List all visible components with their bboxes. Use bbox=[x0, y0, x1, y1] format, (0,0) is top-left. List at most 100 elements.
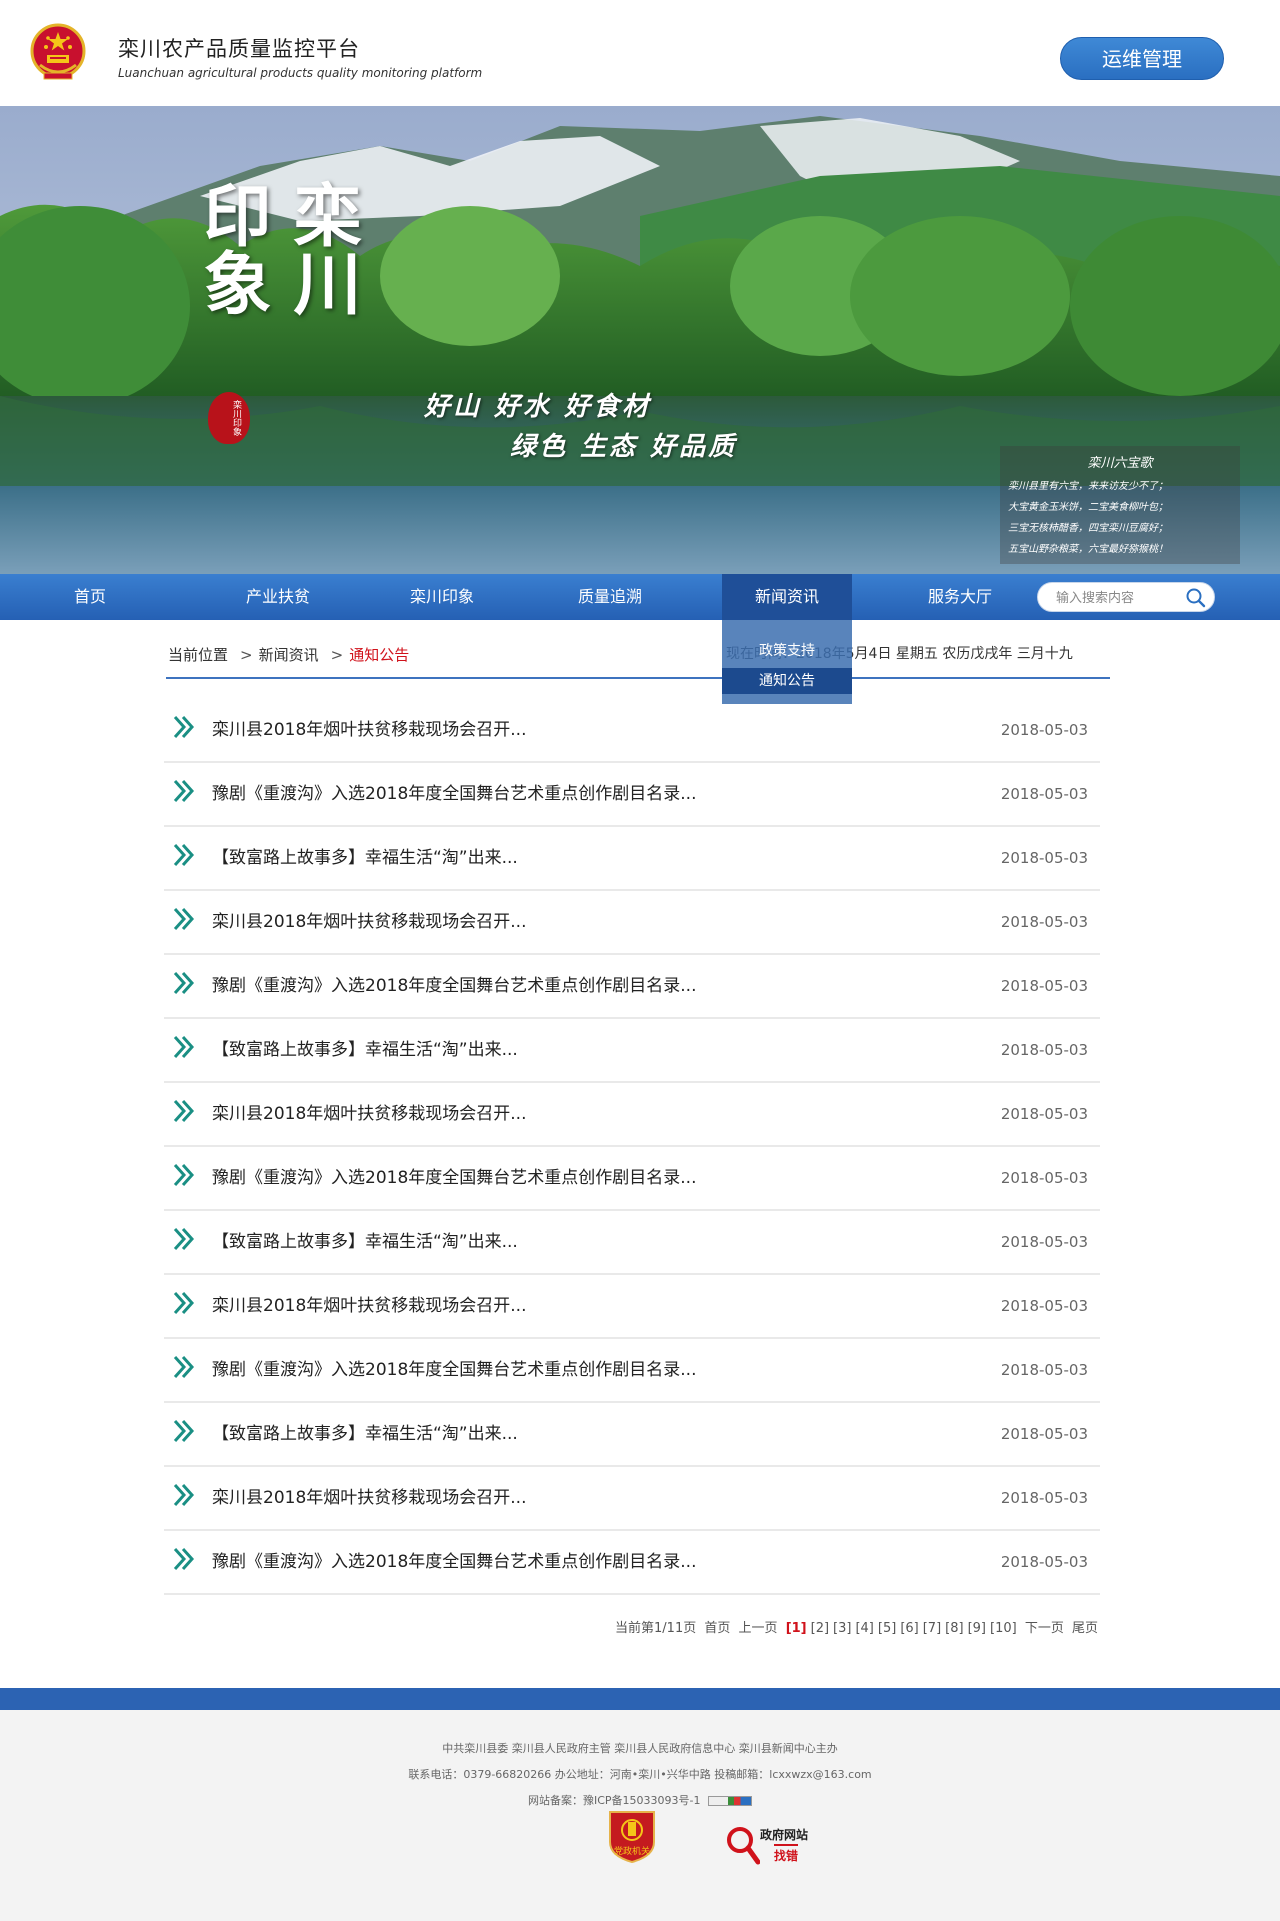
red-seal: 栾川印象 bbox=[208, 392, 250, 444]
news-title[interactable]: 栾川县2018年烟叶扶贫移栽现场会召开... bbox=[212, 907, 526, 932]
news-dropdown-menu: 政策支持 通知公告 bbox=[722, 620, 852, 704]
news-list-item[interactable]: 【致富路上故事多】幸福生活“淘”出来... 2018-05-03 bbox=[164, 1019, 1100, 1083]
news-date: 2018-05-03 bbox=[1000, 1489, 1088, 1507]
chevron-right-icon bbox=[173, 843, 195, 867]
footer-contact-line: 联系电话：0379-66820266 办公地址：河南•栾川•兴华中路 投稿邮箱：… bbox=[408, 1768, 872, 1781]
news-list-item[interactable]: 栾川县2018年烟叶扶贫移栽现场会召开... 2018-05-03 bbox=[164, 1083, 1100, 1147]
national-emblem-icon bbox=[30, 23, 86, 80]
news-title[interactable]: 栾川县2018年烟叶扶贫移栽现场会召开... bbox=[212, 1483, 526, 1508]
find-error-label: 找错 bbox=[774, 1844, 799, 1864]
gov-website-label: 政府网站 bbox=[760, 1828, 809, 1842]
news-date: 2018-05-03 bbox=[1000, 721, 1088, 739]
news-list-item[interactable]: 【致富路上故事多】幸福生活“淘”出来... 2018-05-03 bbox=[164, 827, 1100, 891]
news-date: 2018-05-03 bbox=[1000, 1233, 1088, 1251]
news-date: 2018-05-03 bbox=[1000, 1297, 1088, 1315]
footer-icp-text[interactable]: 网站备案：豫ICP备15033093号-1 bbox=[528, 1794, 701, 1807]
nav-quality-trace[interactable]: 质量追溯 bbox=[560, 574, 660, 620]
news-list-item[interactable]: 栾川县2018年烟叶扶贫移栽现场会召开... 2018-05-03 bbox=[164, 891, 1100, 955]
footer-sponsor-line: 中共栾川县委 栾川县人民政府主管 栾川县人民政府信息中心 栾川县新闻中心主办 bbox=[442, 1742, 838, 1755]
chevron-right-icon bbox=[173, 1035, 195, 1059]
pagination-prev[interactable]: 上一页 bbox=[739, 1621, 778, 1636]
news-list-item[interactable]: 【致富路上故事多】幸福生活“淘”出来... 2018-05-03 bbox=[164, 1211, 1100, 1275]
news-list-item[interactable]: 豫剧《重渡沟》入选2018年度全国舞台艺术重点创作剧目名录... 2018-05-… bbox=[164, 1147, 1100, 1211]
site-subtitle: Luanchuan agricultural products quality … bbox=[118, 66, 483, 80]
ops-management-button[interactable]: 运维管理 bbox=[1060, 37, 1224, 80]
news-title[interactable]: 豫剧《重渡沟》入选2018年度全国舞台艺术重点创作剧目名录... bbox=[212, 1355, 696, 1380]
news-list-item[interactable]: 豫剧《重渡沟》入选2018年度全国舞台艺术重点创作剧目名录... 2018-05-… bbox=[164, 955, 1100, 1019]
chevron-right-icon bbox=[173, 1291, 195, 1315]
site-title: 栾川农产品质量监控平台 bbox=[118, 37, 360, 61]
news-list-item[interactable]: 栾川县2018年烟叶扶贫移栽现场会召开... 2018-05-03 bbox=[164, 1275, 1100, 1339]
slogan-line-1: 好山 好水 好食材 bbox=[424, 392, 652, 422]
nav-home[interactable]: 首页 bbox=[50, 574, 130, 620]
red-seal-text: 栾川印象 bbox=[231, 400, 241, 436]
news-list-item[interactable]: 豫剧《重渡沟》入选2018年度全国舞台艺术重点创作剧目名录... 2018-05-… bbox=[164, 1339, 1100, 1403]
pagination-page-link[interactable]: [8] bbox=[945, 1621, 963, 1636]
breadcrumb-label: 当前位置 bbox=[168, 646, 229, 664]
chevron-right-icon bbox=[173, 1163, 195, 1187]
news-title[interactable]: 【致富路上故事多】幸福生活“淘”出来... bbox=[212, 843, 518, 868]
dropdown-item-policy[interactable]: 政策支持 bbox=[722, 638, 852, 664]
pagination-page-link[interactable]: [5] bbox=[878, 1621, 896, 1636]
search-input[interactable] bbox=[1056, 587, 1176, 609]
search-icon[interactable] bbox=[1184, 587, 1208, 609]
pagination-page-link[interactable]: [2] bbox=[811, 1621, 829, 1636]
pagination-page-link[interactable]: [4] bbox=[855, 1621, 873, 1636]
news-title[interactable]: 豫剧《重渡沟》入选2018年度全国舞台艺术重点创作剧目名录... bbox=[212, 1163, 696, 1188]
pagination-page-link[interactable]: [10] bbox=[990, 1621, 1017, 1636]
icp-badge-icon bbox=[708, 1796, 752, 1806]
nav-luanchuan-impression[interactable]: 栾川印象 bbox=[392, 574, 492, 620]
search-box bbox=[1037, 582, 1215, 612]
pagination-page-link[interactable]: [9] bbox=[968, 1621, 986, 1636]
news-list-item[interactable]: 栾川县2018年烟叶扶贫移栽现场会召开... 2018-05-03 bbox=[164, 1467, 1100, 1531]
news-title[interactable]: 【致富路上故事多】幸福生活“淘”出来... bbox=[212, 1227, 518, 1252]
news-list-item[interactable]: 栾川县2018年烟叶扶贫移栽现场会召开... 2018-05-03 bbox=[164, 699, 1100, 763]
news-list-item[interactable]: 豫剧《重渡沟》入选2018年度全国舞台艺术重点创作剧目名录... 2018-05-… bbox=[164, 1531, 1100, 1595]
pagination-first[interactable]: 首页 bbox=[704, 1621, 730, 1636]
poem-title: 栾川六宝歌 bbox=[1087, 456, 1153, 471]
news-title[interactable]: 栾川县2018年烟叶扶贫移栽现场会召开... bbox=[212, 1099, 526, 1124]
party-govt-badge-text: 党政机关 bbox=[614, 1845, 650, 1857]
news-title[interactable]: 栾川县2018年烟叶扶贫移栽现场会召开... bbox=[212, 715, 526, 740]
pagination-next[interactable]: 下一页 bbox=[1025, 1621, 1064, 1636]
party-govt-badge-icon[interactable]: 党政机关 bbox=[606, 1808, 658, 1864]
pagination-info: 当前第1/11页 bbox=[615, 1621, 697, 1636]
poem-line: 三宝无核柿醋香，四宝栾川豆腐好； bbox=[1008, 523, 1168, 534]
news-list-item[interactable]: 豫剧《重渡沟》入选2018年度全国舞台艺术重点创作剧目名录... 2018-05-… bbox=[164, 763, 1100, 827]
news-date: 2018-05-03 bbox=[1000, 849, 1088, 867]
chevron-right-icon bbox=[173, 1547, 195, 1571]
chevron-right-icon bbox=[173, 715, 195, 739]
news-list-item[interactable]: 【致富路上故事多】幸福生活“淘”出来... 2018-05-03 bbox=[164, 1403, 1100, 1467]
news-title[interactable]: 豫剧《重渡沟》入选2018年度全国舞台艺术重点创作剧目名录... bbox=[212, 971, 696, 996]
breadcrumb-separator: > bbox=[330, 646, 344, 664]
breadcrumb-parent-link[interactable]: 新闻资讯 bbox=[259, 646, 319, 664]
footer-icp-line: 网站备案：豫ICP备15033093号-1 bbox=[0, 1792, 1280, 1808]
news-title[interactable]: 【致富路上故事多】幸福生活“淘”出来... bbox=[212, 1035, 518, 1060]
pagination-last[interactable]: 尾页 bbox=[1072, 1621, 1098, 1636]
nav-service-hall[interactable]: 服务大厅 bbox=[910, 574, 1010, 620]
news-title[interactable]: 【致富路上故事多】幸福生活“淘”出来... bbox=[212, 1419, 518, 1444]
nav-news[interactable]: 新闻资讯 bbox=[722, 574, 852, 620]
news-date: 2018-05-03 bbox=[1000, 1361, 1088, 1379]
poem-box: 栾川六宝歌 栾川县里有六宝，来来访友少不了； 大宝黄金玉米饼，二宝美食柳叶包； … bbox=[1000, 446, 1240, 564]
calligraphy-text: 栾川印象 bbox=[191, 180, 361, 316]
breadcrumb-separator: > bbox=[240, 646, 253, 664]
pagination-page-link[interactable]: [3] bbox=[833, 1621, 851, 1636]
news-date: 2018-05-03 bbox=[1000, 977, 1088, 995]
footer-divider-bar bbox=[0, 1688, 1280, 1710]
magnifier-icon bbox=[727, 1827, 760, 1865]
breadcrumb-divider bbox=[166, 677, 1110, 679]
chevron-right-icon bbox=[173, 1355, 195, 1379]
news-title[interactable]: 豫剧《重渡沟》入选2018年度全国舞台艺术重点创作剧目名录... bbox=[212, 1547, 696, 1572]
news-date: 2018-05-03 bbox=[1000, 913, 1088, 931]
nav-industry-poverty[interactable]: 产业扶贫 bbox=[228, 574, 328, 620]
pagination-page-link[interactable]: [6] bbox=[900, 1621, 918, 1636]
pagination-page-link[interactable]: [1] bbox=[786, 1621, 807, 1636]
gov-website-error-badge[interactable]: 政府网站 找错 bbox=[726, 1824, 822, 1868]
news-title[interactable]: 栾川县2018年烟叶扶贫移栽现场会召开... bbox=[212, 1291, 526, 1316]
chevron-right-icon bbox=[173, 1483, 195, 1507]
dropdown-item-notice[interactable]: 通知公告 bbox=[722, 668, 852, 694]
news-date: 2018-05-03 bbox=[1000, 1169, 1088, 1187]
pagination-page-link[interactable]: [7] bbox=[923, 1621, 941, 1636]
news-title[interactable]: 豫剧《重渡沟》入选2018年度全国舞台艺术重点创作剧目名录... bbox=[212, 779, 696, 804]
